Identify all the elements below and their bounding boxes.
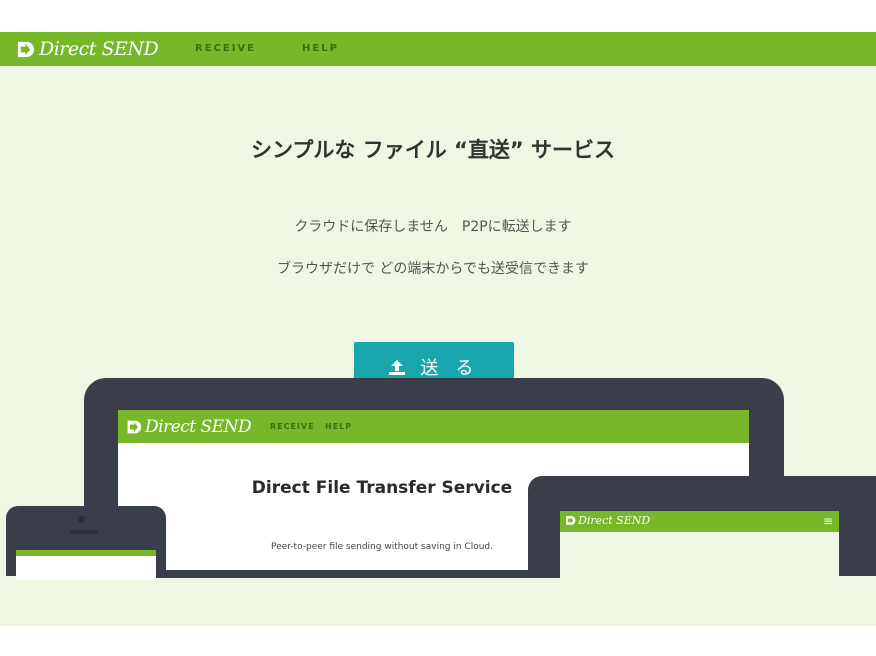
laptop-logo-text: Direct SEND bbox=[145, 417, 252, 437]
tablet-brand-logo: Direct SEND bbox=[565, 514, 650, 527]
brand-logo[interactable]: Direct SEND bbox=[16, 36, 159, 62]
laptop-navbar: Direct SEND RECEIVE HELP bbox=[118, 410, 749, 443]
hero-tagline-1: クラウドに保存しません P2Pに転送します bbox=[294, 219, 572, 235]
nav-help[interactable]: HELP bbox=[302, 43, 339, 54]
phone-screen bbox=[16, 550, 156, 580]
laptop-nav-help: HELP bbox=[325, 422, 353, 431]
top-navbar: Direct SEND RECEIVE HELP bbox=[0, 32, 876, 66]
hero-title: シンプルな ファイル “直送” サービス bbox=[251, 138, 615, 162]
laptop-nav-receive: RECEIVE bbox=[270, 422, 315, 431]
laptop-brand-logo: Direct SEND bbox=[126, 417, 252, 437]
phone-camera-icon bbox=[78, 516, 85, 523]
phone-speaker-icon bbox=[70, 530, 98, 534]
phone-navbar bbox=[16, 550, 156, 556]
page: Direct SEND RECEIVE HELP シンプルな ファイル “直送”… bbox=[0, 0, 876, 656]
tablet-screen: Direct SEND ≡ bbox=[560, 511, 839, 581]
hamburger-menu-icon: ≡ bbox=[822, 514, 833, 528]
brand-logo-text: Direct SEND bbox=[39, 38, 159, 60]
tablet-logo-text: Direct SEND bbox=[578, 514, 651, 527]
send-logo-icon bbox=[127, 420, 142, 434]
send-button-label: 送 る bbox=[420, 357, 480, 378]
nav-receive[interactable]: RECEIVE bbox=[195, 43, 256, 54]
bottom-strip bbox=[0, 626, 876, 656]
tablet-navbar: Direct SEND ≡ bbox=[560, 511, 839, 532]
send-logo-icon bbox=[17, 41, 35, 57]
upload-icon bbox=[389, 359, 406, 375]
send-logo-icon bbox=[566, 516, 576, 525]
hero-tagline-2: ブラウザだけで どの端末からでも送受信できます bbox=[276, 261, 590, 277]
